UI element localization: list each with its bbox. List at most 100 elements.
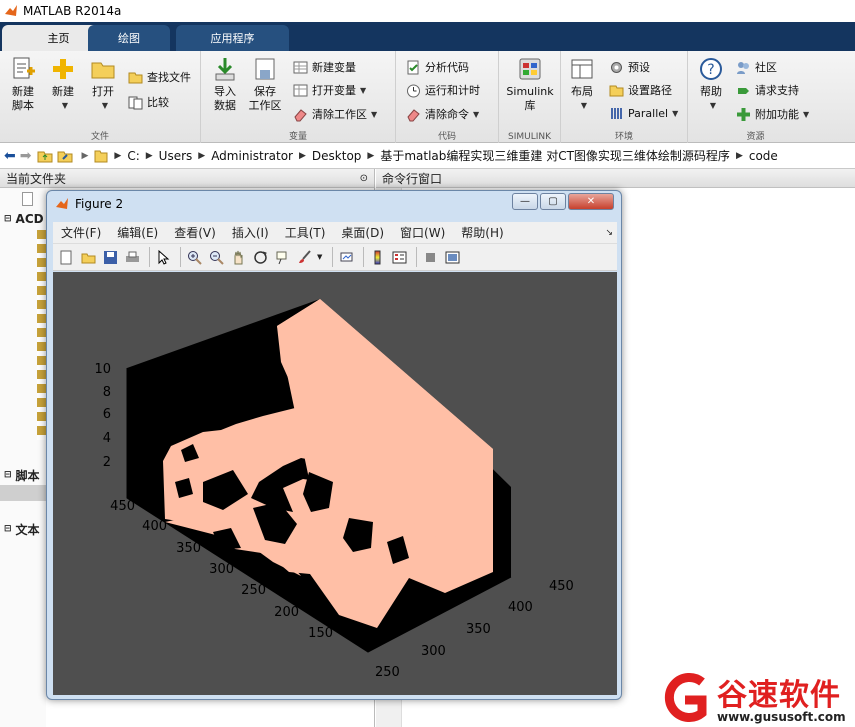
current-folder-title: 当前文件夹: [6, 171, 67, 186]
menu-tools[interactable]: 工具(T): [285, 224, 326, 241]
selected-file-row[interactable]: [0, 485, 46, 501]
run-time-button[interactable]: 运行和计时: [406, 82, 480, 98]
hide-tools-icon[interactable]: [421, 248, 440, 267]
close-button[interactable]: ✕: [568, 193, 614, 210]
volume-render-plot[interactable]: 10 8 6 4 2 450 400 350 300 250 200 150 4…: [53, 272, 617, 695]
chevron-down-icon: ▼: [360, 85, 367, 95]
breadcrumb-code[interactable]: code: [749, 149, 778, 163]
menu-desktop[interactable]: 桌面(D): [341, 224, 384, 241]
chevron-down-icon: ▼: [709, 101, 717, 110]
menu-help[interactable]: 帮助(H): [461, 224, 503, 241]
maximize-button[interactable]: ▢: [540, 193, 566, 210]
menu-file[interactable]: 文件(F): [61, 224, 101, 241]
folder-icon: [91, 62, 115, 79]
compare-label: 比较: [147, 96, 169, 109]
current-folder-header: 当前文件夹 ⊙: [0, 169, 374, 188]
minimize-button[interactable]: —: [512, 193, 538, 210]
toolbar-separator: [363, 247, 365, 267]
group-variable-label: 变量: [288, 132, 307, 142]
back-arrow-icon[interactable]: ⬅: [4, 148, 16, 164]
request-support-button[interactable]: 请求支持: [736, 82, 799, 98]
zoom-out-icon[interactable]: [207, 248, 226, 267]
simulink-label-1: Simulink: [506, 85, 554, 98]
tab-plots[interactable]: 绘图: [88, 25, 170, 51]
legend-icon[interactable]: [390, 248, 409, 267]
pointer-icon[interactable]: [154, 248, 173, 267]
figure-toolbar: ▼: [53, 243, 617, 271]
analyze-code-button[interactable]: 分析代码: [406, 59, 469, 75]
addons-button[interactable]: 附加功能 ▼: [736, 106, 809, 122]
group-code-label: 代码: [437, 132, 456, 142]
menu-view[interactable]: 查看(V): [174, 224, 216, 241]
layout-button[interactable]: 布局 ▼: [567, 56, 597, 113]
breadcrumb-drive[interactable]: C:: [127, 149, 139, 163]
print-icon[interactable]: [123, 248, 142, 267]
import-data-button[interactable]: 导入 数据: [209, 56, 241, 113]
preferences-button[interactable]: 预设: [609, 59, 650, 75]
open-button[interactable]: 打开 ▼: [88, 56, 118, 113]
up-folder-icon[interactable]: [37, 148, 53, 164]
new-script-button[interactable]: 新建 脚本: [8, 56, 38, 113]
save-figure-icon[interactable]: [101, 248, 120, 267]
compare-button[interactable]: 比较: [128, 94, 169, 110]
help-button[interactable]: ? 帮助 ▼: [696, 56, 726, 113]
parallel-button[interactable]: Parallel ▼: [609, 106, 678, 121]
section-scripts[interactable]: ⊟ 脚本: [0, 466, 46, 484]
y-tick-450: 450: [110, 499, 135, 514]
figure-window[interactable]: Figure 2 — ▢ ✕ 文件(F) 编辑(E) 查看(V) 插入(I) 工…: [46, 190, 622, 700]
drive-folder-icon: [94, 150, 108, 162]
tab-apps[interactable]: 应用程序: [176, 25, 289, 51]
matlab-logo-icon: [56, 198, 68, 209]
addons-icon: [737, 107, 750, 121]
menu-window[interactable]: 窗口(W): [400, 224, 445, 241]
clear-workspace-button[interactable]: 清除工作区 ▼: [293, 106, 377, 122]
show-tools-icon[interactable]: [443, 248, 462, 267]
panel-menu-icon[interactable]: ⊙: [360, 173, 368, 184]
open-file-icon[interactable]: [79, 248, 98, 267]
analyze-code-label: 分析代码: [425, 61, 469, 74]
clear-commands-label: 清除命令: [425, 108, 469, 121]
brush-icon[interactable]: [295, 248, 314, 267]
dock-arrow-icon[interactable]: ↘: [605, 228, 613, 238]
section-text[interactable]: ⊟ 文本: [0, 520, 46, 538]
community-button[interactable]: 社区: [736, 59, 777, 75]
zoom-in-icon[interactable]: [185, 248, 204, 267]
clear-commands-button[interactable]: 清除命令 ▼: [406, 106, 479, 122]
breadcrumb-administrator[interactable]: Administrator: [211, 149, 293, 163]
set-path-button[interactable]: 设置路径: [609, 82, 672, 98]
colorbar-icon[interactable]: [368, 248, 387, 267]
section-acd[interactable]: ⊟ ACD: [0, 210, 46, 228]
new-variable-button[interactable]: 新建变量: [293, 59, 356, 75]
section-acd-label: ACD: [15, 212, 44, 226]
open-variable-button[interactable]: 打开变量 ▼: [293, 82, 366, 98]
group-code: 分析代码 运行和计时 清除命令 ▼ 代码: [396, 51, 499, 143]
breadcrumb-users[interactable]: Users: [159, 149, 193, 163]
forward-arrow-icon[interactable]: ➡: [20, 148, 32, 164]
collapse-icon[interactable]: ⊟: [4, 524, 12, 534]
menu-edit[interactable]: 编辑(E): [117, 224, 158, 241]
find-files-button[interactable]: 查找文件: [128, 69, 191, 85]
toolbar-separator: [416, 247, 418, 267]
folder-list: ⊟ ACD ⊟ 脚本 ⊟ 文本: [0, 188, 46, 727]
chevron-down-icon[interactable]: ▼: [317, 253, 322, 261]
group-variable: 导入 数据 保存 工作区 新建变量 打开变量 ▼ 清除工作区 ▼ 变量: [201, 51, 396, 143]
pan-hand-icon[interactable]: [229, 248, 248, 267]
plot-canvas[interactable]: 10 8 6 4 2 450 400 350 300 250 200 150 4…: [53, 272, 617, 695]
link-plot-icon[interactable]: [337, 248, 356, 267]
save-workspace-button[interactable]: 保存 工作区: [247, 56, 283, 113]
breadcrumb-project-folder[interactable]: 基于matlab编程实现三维重建 对CT图像实现三维体绘制源码程序: [380, 147, 730, 164]
data-cursor-icon[interactable]: [273, 248, 292, 267]
address-bar[interactable]: ⬅ ➡ ▶ ▶ C: ▶ Users ▶ Administrator ▶ Des…: [0, 143, 855, 169]
breadcrumb-desktop[interactable]: Desktop: [312, 149, 362, 163]
menu-insert[interactable]: 插入(I): [232, 224, 269, 241]
collapse-icon[interactable]: ⊟: [4, 214, 12, 224]
browse-folder-icon[interactable]: [57, 148, 73, 164]
collapse-icon[interactable]: ⊟: [4, 470, 12, 480]
rotate-3d-icon[interactable]: [251, 248, 270, 267]
simulink-library-button[interactable]: Simulink 库: [505, 56, 555, 113]
new-button[interactable]: 新建 ▼: [48, 56, 78, 113]
help-label: 帮助: [700, 85, 722, 98]
separator-icon: ▶: [198, 150, 206, 161]
save-label-2: 工作区: [248, 99, 282, 112]
new-figure-icon[interactable]: [57, 248, 76, 267]
